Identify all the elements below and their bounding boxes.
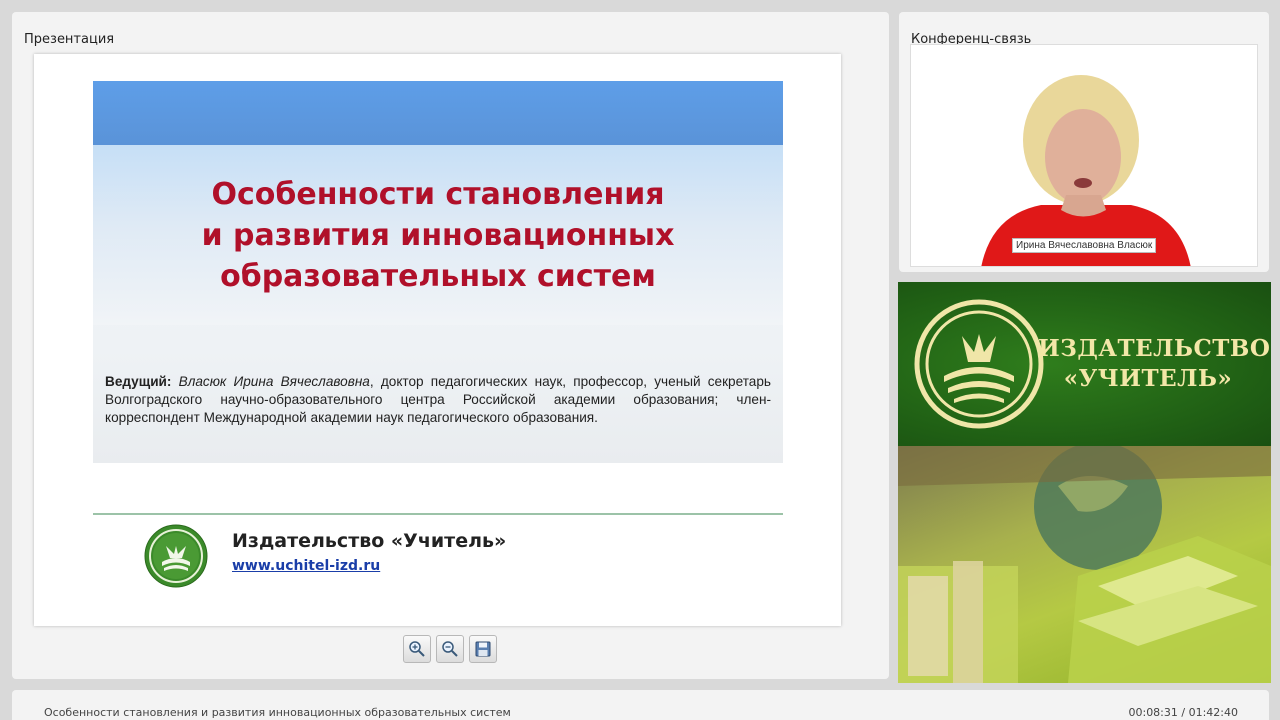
zoom-out-icon (442, 641, 458, 657)
presentation-panel: Презентация Особенности становления и ра… (12, 12, 889, 679)
banner-text: ИЗДАТЕЛЬСТВО «УЧИТЕЛЬ» (1038, 334, 1271, 394)
slide-header-bar (93, 81, 783, 145)
banner-logo (914, 299, 1044, 429)
conference-panel: Конференц-связь Ирина Вячеславовна Власю… (899, 12, 1269, 272)
banner-top: ИЗДАТЕЛЬСТВО «УЧИТЕЛЬ» (898, 282, 1271, 446)
speaker-name-label: Ирина Вячеславовна Власюк (1012, 238, 1157, 253)
slide-title: Особенности становления и развития иннов… (93, 174, 783, 297)
status-title: Особенности становления и развития иннов… (44, 706, 511, 719)
publisher-name: Издательство «Учитель» (232, 530, 507, 552)
zoom-in-icon (409, 641, 425, 657)
slide-header: Особенности становления и развития иннов… (93, 81, 783, 463)
zoom-in-button[interactable] (403, 635, 431, 663)
publisher-banner: ИЗДАТЕЛЬСТВО «УЧИТЕЛЬ» (898, 282, 1271, 683)
video-feed[interactable]: Ирина Вячеславовна Власюк (910, 44, 1258, 267)
save-button[interactable] (469, 635, 497, 663)
banner-text-line: «УЧИТЕЛЬ» (1063, 365, 1233, 392)
slide-divider (93, 513, 783, 515)
slide-title-line: Особенности становления (211, 177, 665, 212)
banner-books-image (898, 442, 1271, 683)
books-globe-illustration (898, 442, 1271, 683)
host-name: Власюк Ирина Вячеславовна (178, 374, 370, 389)
host-label: Ведущий: (105, 374, 172, 389)
zoom-out-button[interactable] (436, 635, 464, 663)
publisher-link[interactable]: www.uchitel-izd.ru (232, 558, 380, 574)
slide-title-line: образовательных систем (220, 259, 656, 294)
presentation-panel-title: Презентация (24, 32, 115, 47)
publisher-logo (144, 524, 208, 588)
banner-text-line: ИЗДАТЕЛЬСТВО (1038, 335, 1271, 362)
speaker-video-image (911, 45, 1257, 266)
slide-host-info: Ведущий: Власюк Ирина Вячеславовна, докт… (105, 373, 771, 427)
playback-time: 00:08:31 / 01:42:40 (1128, 706, 1238, 719)
save-icon (475, 641, 491, 657)
status-bar: Особенности становления и развития иннов… (12, 690, 1269, 720)
slide-title-line: и развития инновационных (201, 218, 675, 253)
slide: Особенности становления и развития иннов… (34, 54, 841, 626)
